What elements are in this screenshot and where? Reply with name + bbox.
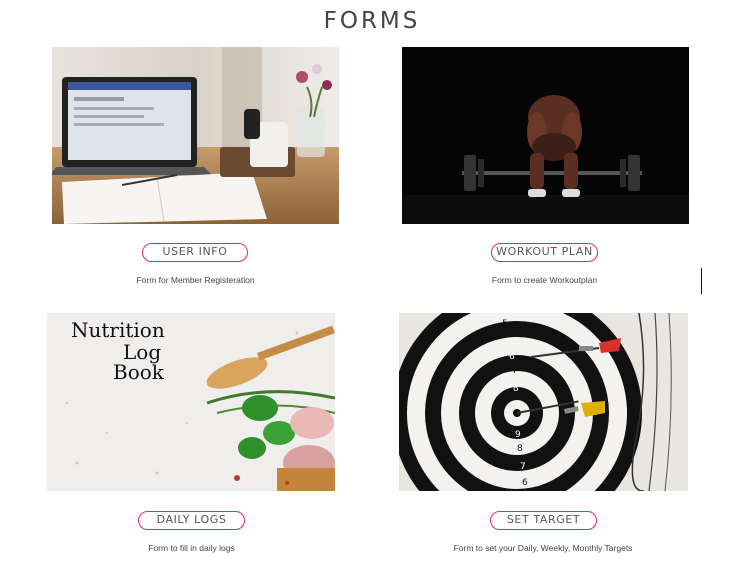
user-info-image[interactable] bbox=[52, 47, 339, 224]
text-cursor bbox=[701, 268, 702, 294]
daily-logs-button[interactable]: DAILY LOGS bbox=[138, 511, 245, 530]
dart-number: 9 bbox=[515, 430, 521, 440]
dartboard-photo: 5 6 7 8 9 8 7 6 bbox=[399, 313, 688, 491]
set-target-description: Form to set your Daily, Weekly, Monthly … bbox=[453, 543, 633, 553]
dart-number: 8 bbox=[517, 444, 523, 454]
user-info-description: Form for Member Registeration bbox=[136, 275, 255, 285]
set-target-image[interactable]: 5 6 7 8 9 8 7 6 bbox=[399, 313, 688, 491]
dart-number: 7 bbox=[520, 462, 526, 472]
user-info-button[interactable]: USER INFO bbox=[142, 243, 248, 262]
set-target-button[interactable]: SET TARGET bbox=[490, 511, 597, 530]
daily-logs-image[interactable]: Nutrition Log Book bbox=[47, 313, 335, 491]
nutrition-log-book-photo: Nutrition Log Book bbox=[47, 313, 335, 491]
workout-plan-description: Form to create Workoutplan bbox=[491, 275, 598, 285]
daily-logs-description: Form to fill in daily logs bbox=[148, 543, 235, 553]
workout-plan-button[interactable]: WORKOUT PLAN bbox=[491, 243, 598, 262]
workout-plan-image[interactable] bbox=[402, 47, 689, 224]
weightlifter-photo bbox=[402, 47, 689, 224]
nutrition-title-text: Nutrition bbox=[71, 318, 165, 342]
dart-number: 6 bbox=[509, 352, 515, 362]
page-title: FORMS bbox=[323, 8, 421, 34]
laptop-desk-photo bbox=[52, 47, 339, 224]
dart-number: 6 bbox=[522, 478, 528, 488]
book-title-text: Book bbox=[113, 360, 165, 384]
dart-number: 5 bbox=[502, 319, 508, 329]
dart-number: 8 bbox=[513, 384, 519, 394]
dart-number: 7 bbox=[512, 366, 518, 376]
